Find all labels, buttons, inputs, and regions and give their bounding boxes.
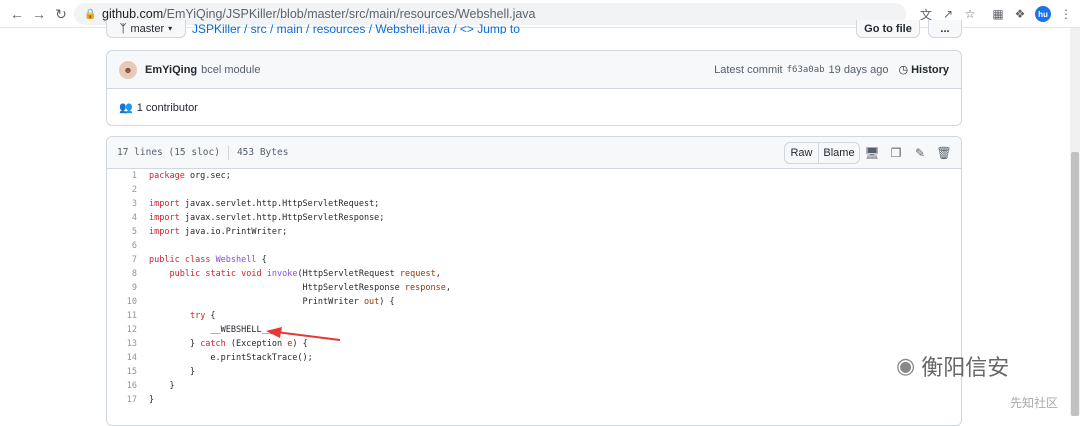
- line-number[interactable]: 13: [107, 339, 137, 349]
- code-line: 9 HttpServletResponse response,: [107, 281, 961, 295]
- branch-icon: ᛉ: [119, 22, 127, 35]
- history-icon: ◷: [898, 64, 909, 76]
- line-number[interactable]: 10: [107, 297, 137, 307]
- branch-button[interactable]: ᛉ master ▾: [106, 20, 186, 38]
- code-line: 7 public class Webshell {: [107, 253, 961, 267]
- code-line: 8 public static void invoke(HttpServletR…: [107, 267, 961, 281]
- profile-avatar[interactable]: hu: [1035, 6, 1051, 22]
- line-number[interactable]: 1: [107, 171, 137, 181]
- commit-message[interactable]: bcel module: [201, 64, 260, 76]
- code-text: }: [149, 367, 196, 377]
- watermark-text: 衡阳信安: [921, 356, 1010, 381]
- code-line: 15 }: [107, 365, 961, 379]
- lock-icon: 🔒: [84, 8, 97, 20]
- watermark-sub: 先知社区: [1010, 396, 1059, 410]
- code-text: try {: [189, 311, 216, 321]
- raw-label: Raw: [790, 147, 813, 159]
- code-line: 1 package org.sec;: [107, 169, 961, 183]
- line-number[interactable]: 3: [107, 199, 137, 209]
- line-number[interactable]: 5: [107, 227, 137, 237]
- code-text: import java.io.PrintWriter;: [149, 227, 288, 237]
- file-size: 453 Bytes: [236, 147, 289, 158]
- code-line: 11 try {: [107, 309, 961, 323]
- watermark: ◉ 衡阳信安: [896, 350, 1009, 382]
- code-text: package org.sec;: [149, 171, 231, 181]
- line-number[interactable]: 9: [107, 283, 137, 293]
- code-view: 1 package org.sec; 2 3 import javax.servlet.…: [107, 169, 961, 407]
- extension-icon[interactable]: ▦: [988, 4, 1008, 24]
- code-line: 16 }: [107, 379, 961, 393]
- code-text: public class Webshell {: [149, 255, 267, 265]
- line-number[interactable]: 16: [107, 381, 137, 391]
- code-text: e.printStackTrace();: [149, 353, 313, 363]
- more-label: ...: [940, 22, 950, 35]
- line-number[interactable]: 6: [107, 241, 137, 251]
- code-text: }: [149, 381, 175, 391]
- chevron-down-icon: ▾: [168, 24, 173, 33]
- code-line: 13 } catch (Exception e) {: [107, 337, 961, 351]
- scrollbar-thumb[interactable]: [1071, 152, 1079, 416]
- code-text: public static void invoke(HttpServletReq…: [169, 269, 441, 279]
- code-line: 14 e.printStackTrace();: [107, 351, 961, 365]
- puzzle-icon[interactable]: ❖: [1010, 4, 1030, 24]
- file-card: 17 lines (15 sloc) 453 Bytes 1 package or…: [106, 136, 962, 426]
- people-icon: 👥: [119, 102, 133, 114]
- latest-commit-bar: ☻ EmYiQing bcel module Latest commit f63…: [107, 51, 961, 89]
- author-avatar[interactable]: ☻: [119, 60, 137, 79]
- history-link[interactable]: History: [911, 64, 949, 76]
- blame-button[interactable]: Blame: [818, 142, 860, 164]
- commit-author[interactable]: EmYiQing: [145, 64, 197, 76]
- code-line: 2: [107, 183, 961, 197]
- trash-icon[interactable]: 🗑: [936, 145, 952, 161]
- code-line: 4 import javax.servlet.http.HttpServletRe…: [107, 211, 961, 225]
- breadcrumb[interactable]: JSPKiller / src / main / resources / Web…: [192, 22, 520, 34]
- latest-commit-label: Latest commit: [714, 63, 783, 76]
- line-number[interactable]: 2: [107, 185, 137, 195]
- line-number[interactable]: 17: [107, 395, 137, 405]
- url-host: github.com: [102, 7, 164, 21]
- reload-icon[interactable]: ↻: [50, 3, 72, 25]
- code-text: HttpServletResponse response,: [149, 283, 451, 293]
- line-number[interactable]: 11: [107, 311, 137, 321]
- raw-button[interactable]: Raw: [784, 142, 819, 164]
- branch-label: master: [130, 22, 165, 35]
- pencil-icon[interactable]: ✎: [912, 145, 928, 161]
- commit-hash[interactable]: f63a0ab: [787, 65, 825, 75]
- code-text: __WEBSHELL__: [149, 325, 272, 335]
- code-text: PrintWriter out) {: [149, 297, 395, 307]
- line-number[interactable]: 7: [107, 255, 137, 265]
- line-number[interactable]: 4: [107, 213, 137, 223]
- code-line: 6: [107, 239, 961, 253]
- copy-icon[interactable]: ❐: [888, 145, 904, 161]
- lines-info: 17 lines (15 sloc): [117, 147, 220, 158]
- desktop-icon[interactable]: 🖥: [864, 145, 880, 161]
- contributors-link[interactable]: 1 contributor: [137, 102, 198, 114]
- annotation-arrow: [266, 327, 341, 341]
- commit-card: ☻ EmYiQing bcel module Latest commit f63…: [106, 50, 962, 126]
- line-number[interactable]: 15: [107, 367, 137, 377]
- line-number[interactable]: 8: [107, 269, 137, 279]
- star-icon[interactable]: ☆: [960, 4, 980, 24]
- code-text: import javax.servlet.http.HttpServletReq…: [149, 199, 380, 209]
- go-to-file-button[interactable]: Go to file: [856, 20, 920, 38]
- code-line: 10 PrintWriter out) {: [107, 295, 961, 309]
- code-line: 3 import javax.servlet.http.HttpServletRe…: [107, 197, 961, 211]
- line-number[interactable]: 14: [107, 353, 137, 363]
- go-to-file-label: Go to file: [864, 22, 912, 35]
- code-line: 12 __WEBSHELL__: [107, 323, 961, 337]
- menu-icon[interactable]: ⋮: [1056, 4, 1076, 24]
- more-button[interactable]: ...: [928, 20, 962, 38]
- back-icon[interactable]: ←: [6, 3, 28, 25]
- url-path: /EmYiQing/JSPKiller/blob/master/src/main…: [163, 7, 536, 21]
- blame-label: Blame: [823, 147, 855, 159]
- line-number[interactable]: 12: [107, 325, 137, 335]
- wechat-icon: ◉: [896, 353, 916, 378]
- commit-age: 19 days ago: [828, 63, 889, 76]
- code-line: 5 import java.io.PrintWriter;: [107, 225, 961, 239]
- divider: [227, 145, 229, 160]
- code-text: import javax.servlet.http.HttpServletRes…: [149, 213, 385, 223]
- forward-icon[interactable]: →: [28, 3, 50, 25]
- code-line: 17}: [107, 393, 961, 407]
- code-text: }: [149, 395, 155, 405]
